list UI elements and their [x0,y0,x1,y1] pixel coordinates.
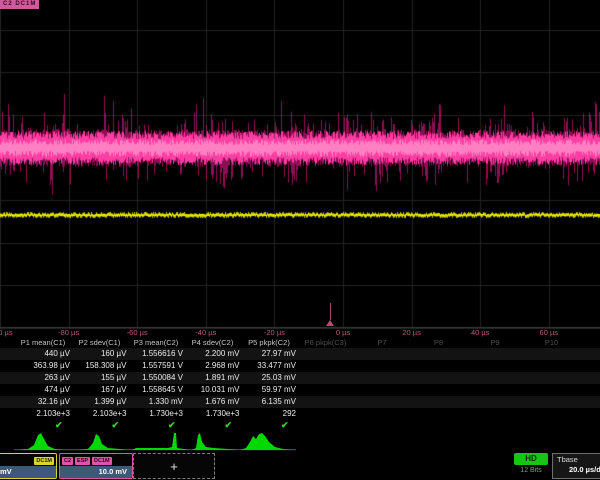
histicon-strip [0,429,600,452]
histicon-p5 [240,433,292,450]
measurement-p2-sdev: 1.399 µV [71,396,127,408]
timebase-descriptor[interactable]: Tbase 20.0 µs/div [552,453,600,479]
add-trace-button[interactable]: + [133,453,215,479]
c2-badge-row: C2 ESPDC1M [60,454,132,466]
trigger-time-marker-line [330,303,331,320]
time-axis-label: 20 µs [402,328,421,337]
measurement-header-p8[interactable]: P8 [407,337,471,348]
measurement-p1-mean: 363.98 µV [14,360,70,372]
vertical-scale-c1: 10.0 mV [0,466,56,478]
measurement-p1-min: 263 µV [14,372,70,384]
timebase-scale: 20.0 µs/div [553,465,600,474]
measurement-p1-sdev: 32.16 µV [14,396,70,408]
measurement-header-p10[interactable]: P10 [520,337,584,348]
plus-icon: + [170,459,178,474]
time-axis-label: -80 µs [58,328,79,337]
trigger-time-marker [326,320,334,326]
measurement-header-p5[interactable]: P5 pkpk(C2) [237,337,301,348]
measurement-header-p9[interactable]: P9 [463,337,527,348]
channel-descriptor-c2[interactable]: C2 ESPDC1M 10.0 mV [59,453,133,479]
measurement-p5-min: 25.03 mV [240,372,296,384]
measure-table: P1 mean(C1)440 µV363.98 µV263 µV474 µV32… [0,337,600,431]
trace-annotation-badge: C2 DC1M [0,0,39,9]
measurement-p4-num: 1.730e+3 [184,408,240,420]
measurement-header-p2[interactable]: P2 sdev(C1) [68,337,132,348]
measurement-p3-max: 1.558645 V [127,384,183,396]
time-axis-label: -40 µs [195,328,216,337]
measurement-p3-mean: 1.557591 V [127,360,183,372]
measurement-p1-value: 440 µV [14,348,70,360]
measurement-p1-max: 474 µV [14,384,70,396]
measurement-p3-num: 1.730e+3 [127,408,183,420]
measurement-p4-max: 10.031 mV [184,384,240,396]
time-axis-label: 60 µs [540,328,559,337]
measurement-p3-min: 1.550084 V [127,372,183,384]
measurement-p2-max: 167 µV [71,384,127,396]
measurement-p5-num: 292 [240,408,296,420]
bit-depth-label: 12 Bits [508,467,554,474]
measurement-p3-value: 1.556616 V [127,348,183,360]
histicon-p3 [132,433,189,450]
vertical-scale-c2: 10.0 mV [60,466,132,478]
channel-descriptor-c1[interactable]: C1 DC1M 10.0 mV [0,453,57,479]
time-axis-label: -20 µs [264,328,285,337]
measurement-p3-sdev: 1.330 mV [127,396,183,408]
histicon-p4 [192,433,238,450]
coupling-badge-c2: DC1M [92,457,112,465]
measurement-p2-min: 155 µV [71,372,127,384]
channel-label-c2: C2 [62,457,73,465]
hd-mode-badge: HD [514,453,548,465]
measurement-p4-mean: 2.968 mV [184,360,240,372]
time-axis-label: -60 µs [127,328,148,337]
time-axis-label: 0 µs [336,328,350,337]
measurement-p5-value: 27.97 mV [240,348,296,360]
measurement-p2-num: 2.103e+3 [71,408,127,420]
waveform-grid[interactable] [0,0,600,332]
measurement-header-p4[interactable]: P4 sdev(C2) [181,337,245,348]
c1-badge-row: C1 DC1M [0,454,56,466]
measurement-header-p3[interactable]: P3 mean(C2) [124,337,188,348]
measurement-p4-min: 1.891 mV [184,372,240,384]
oscilloscope-screen: C2 DC1M -100 µs -80 µs -60 µs -40 µs -20 µs 0… [0,0,600,480]
mode-badge-c2: ESP [75,457,90,465]
histicon-p1 [18,433,64,450]
measurement-header-p7[interactable]: P7 [350,337,414,348]
measurement-p1-num: 2.103e+3 [14,408,70,420]
time-axis-label: -100 µs [0,328,13,337]
measurement-header-p6[interactable]: P6 pkpk(C3) [294,337,358,348]
measurement-p4-sdev: 1.676 mV [184,396,240,408]
timebase-label: Tbase [553,454,600,465]
measurement-p5-max: 59.97 mV [240,384,296,396]
histicon-p2 [78,434,127,450]
time-axis-label: 40 µs [471,328,490,337]
measurement-header-p1[interactable]: P1 mean(C1) [11,337,75,348]
measurement-p2-value: 160 µV [71,348,127,360]
measurement-p5-mean: 33.477 mV [240,360,296,372]
measurement-p5-sdev: 6.135 mV [240,396,296,408]
measurement-p4-value: 2.200 mV [184,348,240,360]
measurement-p2-mean: 158.308 µV [71,360,127,372]
coupling-badge-c1: DC1M [34,457,54,465]
measurement-header-p11[interactable]: P11 [576,337,600,348]
